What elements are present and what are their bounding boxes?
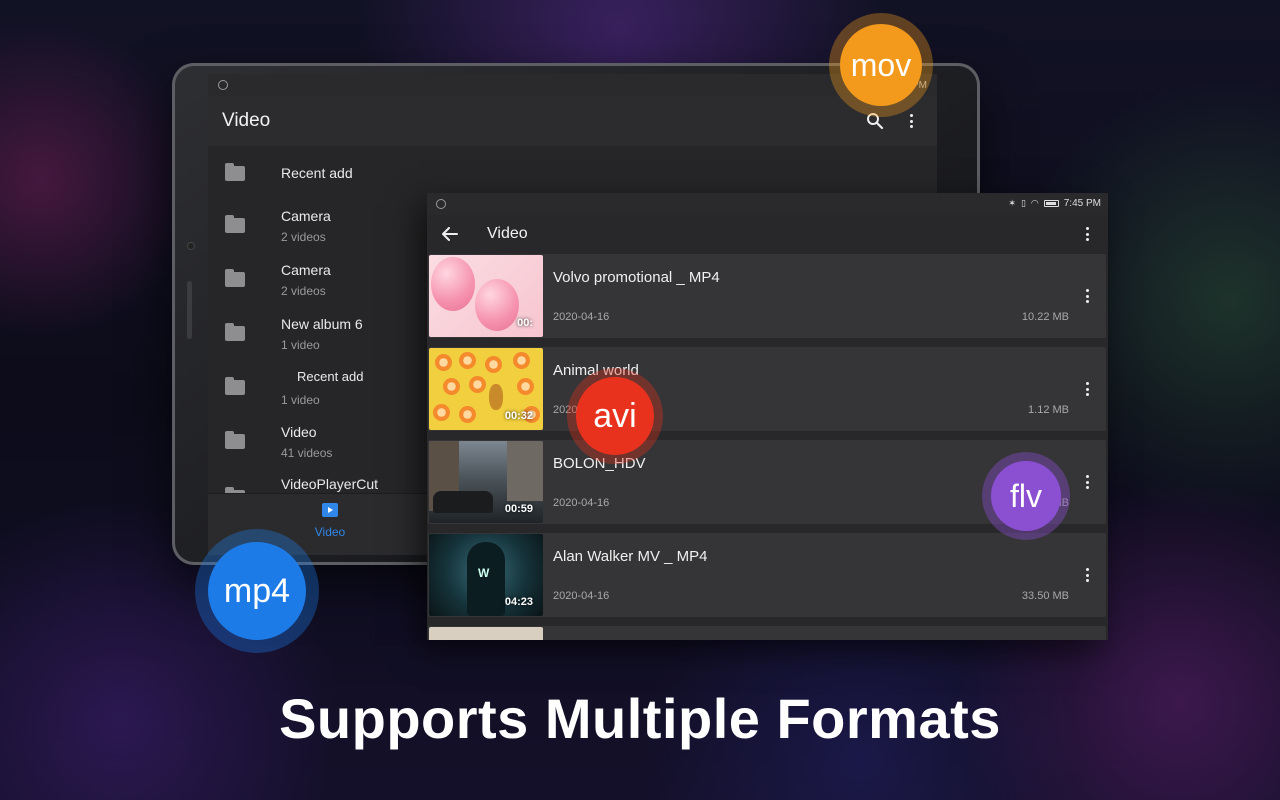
folder-name: Recent add	[297, 369, 364, 384]
page-title: Video	[222, 110, 271, 131]
video-more-icon[interactable]	[1078, 287, 1096, 305]
video-more-icon[interactable]	[1078, 473, 1096, 491]
video-title: Volvo promotional _ MP4	[553, 269, 720, 286]
folder-count: 41 videos	[281, 446, 333, 460]
folder-icon	[225, 215, 245, 233]
video-thumbnail: W 04:23	[429, 534, 543, 616]
format-badge-mov: mov	[829, 13, 933, 117]
video-row[interactable]: 00:32 Animal world 2020 1.12 MB	[428, 347, 1106, 431]
video-title: Alan Walker MV _ MP4	[553, 548, 708, 565]
format-badge-mp4: mp4	[195, 529, 319, 653]
video-date: 2020-04-16	[553, 590, 610, 602]
camera-dot	[188, 243, 194, 249]
side-button	[187, 281, 192, 339]
folder-item[interactable]: Recent add	[208, 162, 937, 184]
status-time: 7:45 PM	[1063, 198, 1101, 209]
format-badge-flv: flv	[982, 452, 1070, 540]
front-screen: ✶ ▯ ◠ 7:45 PM Video 00: Volvo promotiona…	[427, 193, 1108, 640]
video-row[interactable]	[428, 626, 1106, 640]
folder-count: 2 videos	[281, 230, 326, 244]
folder-count: 1 video	[281, 393, 320, 407]
folder-icon	[225, 323, 245, 341]
status-bar: PM	[208, 74, 937, 96]
folder-name: Camera	[281, 262, 331, 278]
folder-name: Camera	[281, 208, 331, 224]
video-date: 2020-04-16	[553, 497, 610, 509]
video-thumbnail: 00:59	[429, 441, 543, 523]
more-options-icon[interactable]	[899, 109, 923, 133]
page-title: Video	[487, 225, 528, 242]
folder-icon	[225, 377, 245, 395]
video-more-icon[interactable]	[1078, 566, 1096, 584]
format-label: avi	[576, 377, 654, 455]
folder-icon	[225, 269, 245, 287]
video-row[interactable]: 00: Volvo promotional _ MP4 2020-04-16 1…	[428, 254, 1106, 338]
wifi-icon: ◠	[1030, 198, 1039, 208]
back-arrow-icon[interactable]	[441, 225, 459, 243]
folder-count: 2 videos	[281, 284, 326, 298]
video-more-icon[interactable]	[1078, 380, 1096, 398]
status-bar: ✶ ▯ ◠ 7:45 PM	[427, 193, 1108, 215]
video-duration: 00:59	[504, 503, 533, 515]
video-thumbnail	[429, 627, 543, 640]
video-row[interactable]: W 04:23 Alan Walker MV _ MP4 2020-04-16 …	[428, 533, 1106, 617]
video-date: 2020-04-16	[553, 311, 610, 323]
vibrate-icon: ▯	[1020, 198, 1026, 208]
folder-icon	[225, 431, 245, 449]
video-duration: 00:32	[504, 410, 533, 422]
format-label: mov	[840, 24, 922, 106]
notification-icon	[218, 80, 228, 90]
format-label: mp4	[208, 542, 306, 640]
format-label: flv	[991, 461, 1061, 531]
bluetooth-icon: ✶	[1008, 198, 1016, 208]
video-icon	[322, 503, 338, 517]
format-badge-avi: avi	[567, 368, 663, 464]
video-size: 33.50 MB	[1021, 590, 1069, 602]
battery-icon	[1043, 200, 1059, 207]
more-options-icon[interactable]	[1078, 225, 1096, 243]
folder-name: New album 6	[281, 316, 363, 332]
headline: Supports Multiple Formats	[279, 687, 1001, 750]
video-size: 10.22 MB	[1021, 311, 1069, 323]
video-size: 1.12 MB	[1028, 404, 1069, 416]
nav-label: Video	[314, 525, 346, 539]
folder-name: Recent add	[281, 165, 353, 181]
folder-name: Video	[281, 424, 317, 440]
video-duration: 04:23	[504, 596, 533, 608]
folder-name: VideoPlayerCut	[281, 476, 379, 492]
app-header: Video	[427, 215, 1108, 253]
video-thumbnail: 00:32	[429, 348, 543, 430]
video-thumbnail: 00:	[429, 255, 543, 337]
status-icons: ✶ ▯ ◠ 7:45 PM	[1008, 198, 1101, 209]
folder-count: 1 video	[281, 338, 320, 352]
app-header: Video	[208, 96, 937, 146]
notification-icon	[436, 199, 446, 209]
folder-icon	[225, 163, 245, 181]
nav-item-video[interactable]: Video	[308, 503, 352, 539]
video-duration: 00:	[517, 317, 533, 329]
